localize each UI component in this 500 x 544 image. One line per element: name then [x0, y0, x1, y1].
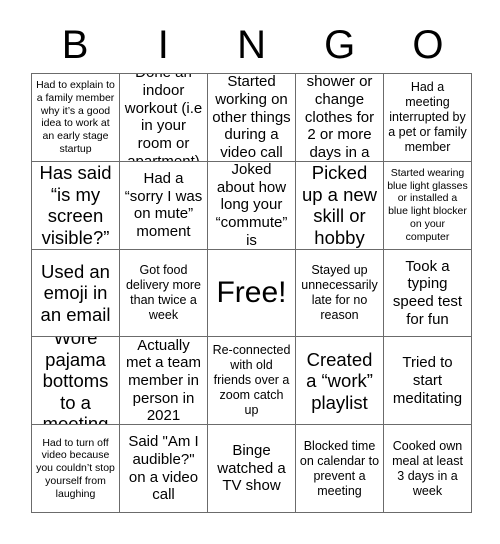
bingo-cell-label: Got food delivery more than twice a week: [125, 262, 202, 322]
bingo-cell-r1c2[interactable]: Done an indoor workout (i.e in your room…: [120, 74, 208, 162]
bingo-cell-label: Picked up a new skill or hobby: [301, 162, 378, 248]
bingo-cell-free-space[interactable]: Free!: [208, 249, 296, 338]
bingo-cell-r4c2[interactable]: Actually met a team member in person in …: [120, 337, 208, 426]
bingo-cell-r1c3[interactable]: Started working on other things during a…: [208, 74, 296, 162]
bingo-cell-label: Done an indoor workout (i.e in your room…: [124, 74, 203, 162]
bingo-cell-r2c4[interactable]: Picked up a new skill or hobby: [296, 161, 384, 250]
bingo-cell-r1c1[interactable]: Had to explain to a family member why it…: [32, 74, 120, 162]
bingo-cell-label: Wore pajama bottoms to a meeting: [42, 337, 109, 426]
bingo-cell-label: Said "Am I audible?" on a video call: [128, 433, 199, 504]
bingo-cell-r3c4[interactable]: Stayed up unnecessarily late for no reas…: [296, 249, 384, 338]
bingo-cell-r2c1[interactable]: Has said “is my screen visible?”: [32, 161, 120, 250]
bingo-cell-r4c1[interactable]: Wore pajama bottoms to a meeting: [32, 337, 120, 426]
bingo-cell-label: Stayed up unnecessarily late for no reas…: [301, 262, 378, 322]
bingo-cell-label: Didn’t shower or change clothes for 2 or…: [304, 74, 375, 161]
bingo-cell-r5c2[interactable]: Said "Am I audible?" on a video call: [120, 425, 208, 513]
bingo-header-letter-i: I: [157, 23, 169, 67]
bingo-cell-r3c2[interactable]: Got food delivery more than twice a week: [120, 249, 208, 338]
bingo-cell-r1c4[interactable]: Didn’t shower or change clothes for 2 or…: [296, 74, 384, 162]
bingo-cell-r2c2[interactable]: Had a “sorry I was on mute” moment: [120, 161, 208, 250]
bingo-cell-r5c5[interactable]: Cooked own meal at least 3 days in a wee…: [384, 425, 472, 513]
bingo-cell-label: Had a meeting interrupted by a pet or fa…: [388, 79, 467, 154]
bingo-cell-label: Started wearing blue light glasses or in…: [387, 166, 468, 243]
bingo-cell-label: Used an emoji in an email: [40, 260, 111, 325]
bingo-cell-label: Tried to start meditating: [392, 354, 463, 407]
bingo-cell-r5c1[interactable]: Had to turn off video because you couldn…: [32, 425, 120, 513]
bingo-cell-label: Had a “sorry I was on mute” moment: [124, 169, 203, 240]
bingo-cell-label: Joked about how long your “commute” is: [215, 161, 288, 249]
bingo-cell-label: Re-connected with old friends over a zoo…: [212, 343, 291, 418]
bingo-cell-r2c5[interactable]: Started wearing blue light glasses or in…: [384, 161, 472, 250]
bingo-cell-r4c5[interactable]: Tried to start meditating: [384, 337, 472, 426]
bingo-cell-label: Blocked time on calendar to prevent a me…: [299, 438, 380, 498]
bingo-cell-r2c3[interactable]: Joked about how long your “commute” is: [208, 161, 296, 250]
bingo-card: B I N G O Had to explain to a family mem…: [0, 0, 500, 544]
bingo-cell-r4c4[interactable]: Created a “work” playlist: [296, 337, 384, 426]
bingo-cell-label: Had to turn off video because you couldn…: [36, 436, 115, 500]
bingo-header-letter-o: O: [412, 23, 444, 67]
bingo-cell-label: Actually met a team member in person in …: [125, 337, 202, 425]
bingo-cell-r1c5[interactable]: Had a meeting interrupted by a pet or fa…: [384, 74, 472, 162]
bingo-cell-r3c1[interactable]: Used an emoji in an email: [32, 249, 120, 338]
bingo-cell-label: Started working on other things during a…: [212, 74, 291, 161]
bingo-cell-label: Took a typing speed test for fun: [392, 257, 463, 328]
bingo-cell-label: Has said “is my screen visible?”: [39, 162, 112, 248]
bingo-header: B I N G O: [31, 18, 472, 72]
bingo-cell-r5c4[interactable]: Blocked time on calendar to prevent a me…: [296, 425, 384, 513]
bingo-cell-r5c3[interactable]: Binge watched a TV show: [208, 425, 296, 513]
bingo-cell-label: Binge watched a TV show: [217, 442, 286, 495]
bingo-cell-r3c5[interactable]: Took a typing speed test for fun: [384, 249, 472, 338]
bingo-cell-label: Cooked own meal at least 3 days in a wee…: [392, 438, 463, 498]
bingo-header-letter-b: B: [61, 23, 89, 67]
bingo-cell-label: Had to explain to a family member why it…: [36, 79, 115, 155]
bingo-cell-r4c3[interactable]: Re-connected with old friends over a zoo…: [208, 337, 296, 426]
bingo-header-letter-g: G: [324, 23, 356, 67]
bingo-cell-label: Created a “work” playlist: [306, 348, 373, 413]
bingo-header-letter-n: N: [237, 23, 266, 67]
bingo-grid: Had to explain to a family member why it…: [31, 73, 472, 513]
bingo-free-label: Free!: [216, 276, 287, 310]
